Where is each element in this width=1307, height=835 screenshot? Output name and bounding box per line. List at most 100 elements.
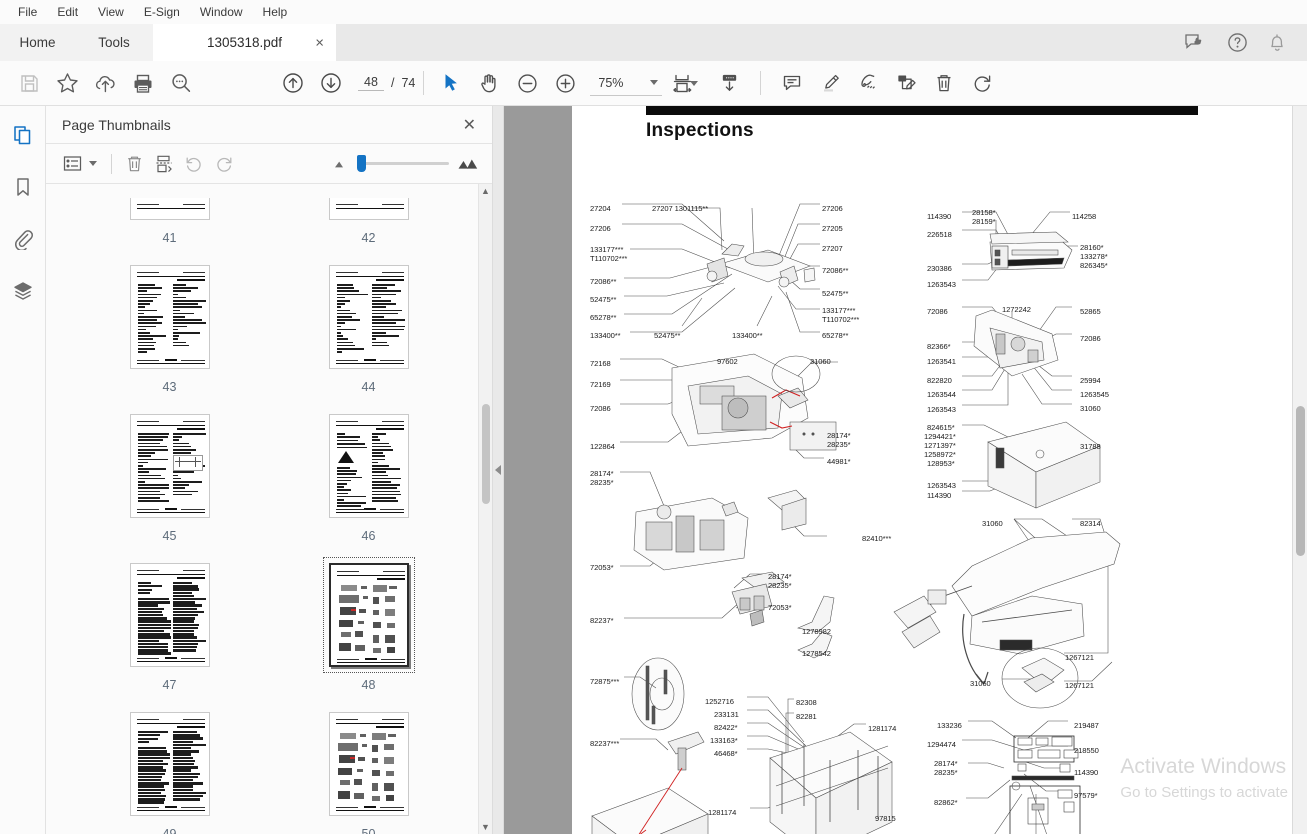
thumbnail-image[interactable] xyxy=(130,414,210,518)
part-number-label: 72053* xyxy=(768,603,791,612)
part-number-label: 65278** xyxy=(590,313,616,322)
rotate-ccw-icon[interactable] xyxy=(180,149,208,179)
thumbnail-page-48[interactable]: 48 xyxy=(269,549,468,698)
thumbnail-page-49[interactable]: 49 xyxy=(70,698,269,834)
thumbnail-image[interactable] xyxy=(329,563,409,667)
part-number-label: 1267121 xyxy=(1065,653,1094,662)
scroll-down-icon[interactable]: ▼ xyxy=(479,820,492,834)
highlight-icon[interactable] xyxy=(811,64,849,102)
sidebar-item-attachments[interactable] xyxy=(7,224,39,254)
part-number-label: 114390 xyxy=(1074,768,1098,777)
rotate-icon[interactable] xyxy=(963,64,1001,102)
thumbnail-image[interactable] xyxy=(130,198,210,220)
document-scrollbar-thumb[interactable] xyxy=(1296,406,1305,556)
thumbnail-image[interactable] xyxy=(130,265,210,369)
search-icon[interactable] xyxy=(162,64,200,102)
thumbnail-page-41[interactable]: 41 xyxy=(70,184,269,251)
menu-item-edit[interactable]: Edit xyxy=(47,2,88,22)
thumbnail-page-44[interactable]: 44 xyxy=(269,251,468,400)
edit-pdf-icon[interactable] xyxy=(887,64,925,102)
menu-item-view[interactable]: View xyxy=(88,2,134,22)
thumbnail-frame xyxy=(323,259,415,375)
chevron-down-icon[interactable] xyxy=(89,161,97,166)
zoom-in-button[interactable] xyxy=(546,64,584,102)
page-number-input[interactable] xyxy=(358,75,384,91)
delete-icon[interactable] xyxy=(925,64,963,102)
thumbnail-page-47[interactable]: 47 xyxy=(70,549,269,698)
thumbnail-image[interactable] xyxy=(329,414,409,518)
page-total: 74 xyxy=(401,76,415,90)
thumbnail-page-43[interactable]: 43 xyxy=(70,251,269,400)
menu-item-esign[interactable]: E-Sign xyxy=(134,2,190,22)
sign-icon[interactable] xyxy=(849,64,887,102)
previous-page-button[interactable] xyxy=(274,64,312,102)
menu-item-help[interactable]: Help xyxy=(253,2,298,22)
large-mountain-icon[interactable] xyxy=(458,158,478,169)
thumbnails-scrollbar[interactable]: ▲ ▼ xyxy=(478,184,492,834)
part-number-label: 31060 xyxy=(1080,404,1101,413)
thumbnail-image[interactable] xyxy=(329,265,409,369)
thumbnail-frame xyxy=(124,408,216,524)
page-thumbnails-list[interactable]: 41 42 43 44 45 46 47 48 49 50 ▲ ▼ xyxy=(46,184,492,834)
star-icon[interactable] xyxy=(48,64,86,102)
menu-item-file[interactable]: File xyxy=(8,2,47,22)
thumbnail-size-slider[interactable] xyxy=(357,162,449,165)
thumbnail-image[interactable] xyxy=(329,712,409,816)
rotate-cw-icon[interactable] xyxy=(210,149,238,179)
part-number-label: 82410*** xyxy=(862,534,891,543)
page-left-margin xyxy=(504,106,572,834)
tab-home[interactable]: Home xyxy=(0,24,75,61)
part-number-label: 28174* xyxy=(590,469,613,478)
thumbnail-image[interactable] xyxy=(130,563,210,667)
scroll-up-icon[interactable]: ▲ xyxy=(479,184,492,198)
part-number-label: 1271397* xyxy=(924,441,956,450)
select-tool-icon[interactable] xyxy=(432,64,470,102)
scroll-mode-icon[interactable] xyxy=(710,64,748,102)
sidebar-item-bookmarks[interactable] xyxy=(7,172,39,202)
thumbnails-scrollbar-thumb[interactable] xyxy=(482,404,490,504)
part-number-label: 28235* xyxy=(827,440,850,449)
thumbnail-frame xyxy=(124,192,216,226)
extract-pages-icon[interactable] xyxy=(150,149,178,179)
panel-collapse-handle[interactable] xyxy=(493,106,504,834)
part-number-label: 31060 xyxy=(982,519,1003,528)
tab-close-icon[interactable]: × xyxy=(315,35,324,50)
tab-tools[interactable]: Tools xyxy=(75,24,153,61)
sidebar-item-layers[interactable] xyxy=(7,276,39,306)
document-scrollbar[interactable] xyxy=(1292,106,1307,834)
tab-document-label: 1305318.pdf xyxy=(207,35,282,50)
zoom-level-selector[interactable]: 75% xyxy=(590,70,662,96)
fit-page-dropdown[interactable] xyxy=(690,81,698,86)
thumbnail-page-42[interactable]: 42 xyxy=(269,184,468,251)
small-mountain-icon[interactable] xyxy=(334,159,348,168)
hand-tool-icon[interactable] xyxy=(470,64,508,102)
save-icon[interactable] xyxy=(10,64,48,102)
thumbnail-page-45[interactable]: 45 xyxy=(70,400,269,549)
upload-cloud-icon[interactable] xyxy=(86,64,124,102)
part-number-label: 82237* xyxy=(590,616,613,625)
tab-document[interactable]: 1305318.pdf × xyxy=(153,24,336,61)
share-feedback-icon[interactable] xyxy=(1185,33,1207,53)
thumbnail-image[interactable] xyxy=(329,198,409,220)
comment-icon[interactable] xyxy=(773,64,811,102)
trash-icon[interactable] xyxy=(120,149,148,179)
zoom-out-button[interactable] xyxy=(508,64,546,102)
thumbnail-image[interactable] xyxy=(130,712,210,816)
help-icon[interactable] xyxy=(1227,32,1248,53)
part-number-label: 27206 xyxy=(822,204,843,213)
sidebar-item-page-thumbnails[interactable] xyxy=(7,120,39,150)
list-options-icon[interactable] xyxy=(60,149,86,179)
part-number-label: 133400** xyxy=(590,331,620,340)
part-number-label: 46468* xyxy=(714,749,737,758)
print-icon[interactable] xyxy=(124,64,162,102)
thumbnail-page-46[interactable]: 46 xyxy=(269,400,468,549)
part-number-label: 65278** xyxy=(822,331,848,340)
menu-item-window[interactable]: Window xyxy=(190,2,253,22)
part-number-label: 52865 xyxy=(1080,307,1101,316)
pdf-page[interactable]: Inspections 27204 27207 1301115** 27206 … xyxy=(572,106,1292,834)
thumbnail-page-50[interactable]: 50 xyxy=(269,698,468,834)
close-icon[interactable]: ✕ xyxy=(463,115,476,135)
slider-handle[interactable] xyxy=(357,155,366,172)
next-page-button[interactable] xyxy=(312,64,350,102)
notifications-icon[interactable] xyxy=(1268,32,1287,53)
